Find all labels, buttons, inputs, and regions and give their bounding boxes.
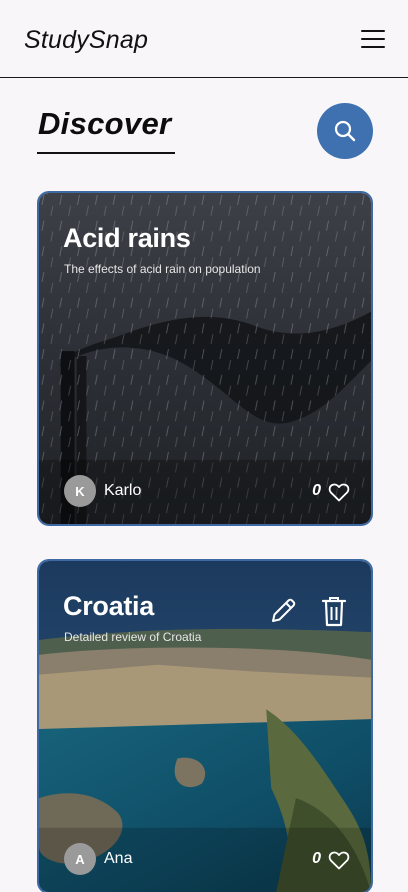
post-title: Acid rains xyxy=(63,223,191,253)
post-card-acid-rains[interactable]: Acid rains The effects of acid rain on p… xyxy=(37,191,373,526)
post-subtitle: Detailed review of Croatia xyxy=(64,630,202,644)
author-name[interactable]: Karlo xyxy=(104,482,141,500)
edit-icon[interactable] xyxy=(267,595,299,627)
search-icon xyxy=(334,120,356,142)
author-avatar[interactable]: A xyxy=(64,843,96,875)
like-count: 0 xyxy=(312,850,321,867)
heart-icon[interactable] xyxy=(327,480,351,504)
app-logo[interactable]: StudySnap xyxy=(24,26,148,55)
author-name[interactable]: Ana xyxy=(104,850,132,868)
like-count: 0 xyxy=(312,482,321,499)
title-underline xyxy=(37,152,175,154)
post-title: Croatia xyxy=(63,591,154,621)
top-bar: StudySnap xyxy=(0,0,408,78)
hamburger-menu-icon[interactable] xyxy=(359,27,387,51)
author-avatar[interactable]: K xyxy=(64,475,96,507)
search-button[interactable] xyxy=(317,103,373,159)
post-card-croatia[interactable]: Croatia Detailed review of Croatia A Ana… xyxy=(37,559,373,892)
page-title: Discover xyxy=(38,106,172,141)
delete-icon[interactable] xyxy=(320,595,348,629)
heart-icon[interactable] xyxy=(327,848,351,872)
post-subtitle: The effects of acid rain on population xyxy=(64,262,261,276)
